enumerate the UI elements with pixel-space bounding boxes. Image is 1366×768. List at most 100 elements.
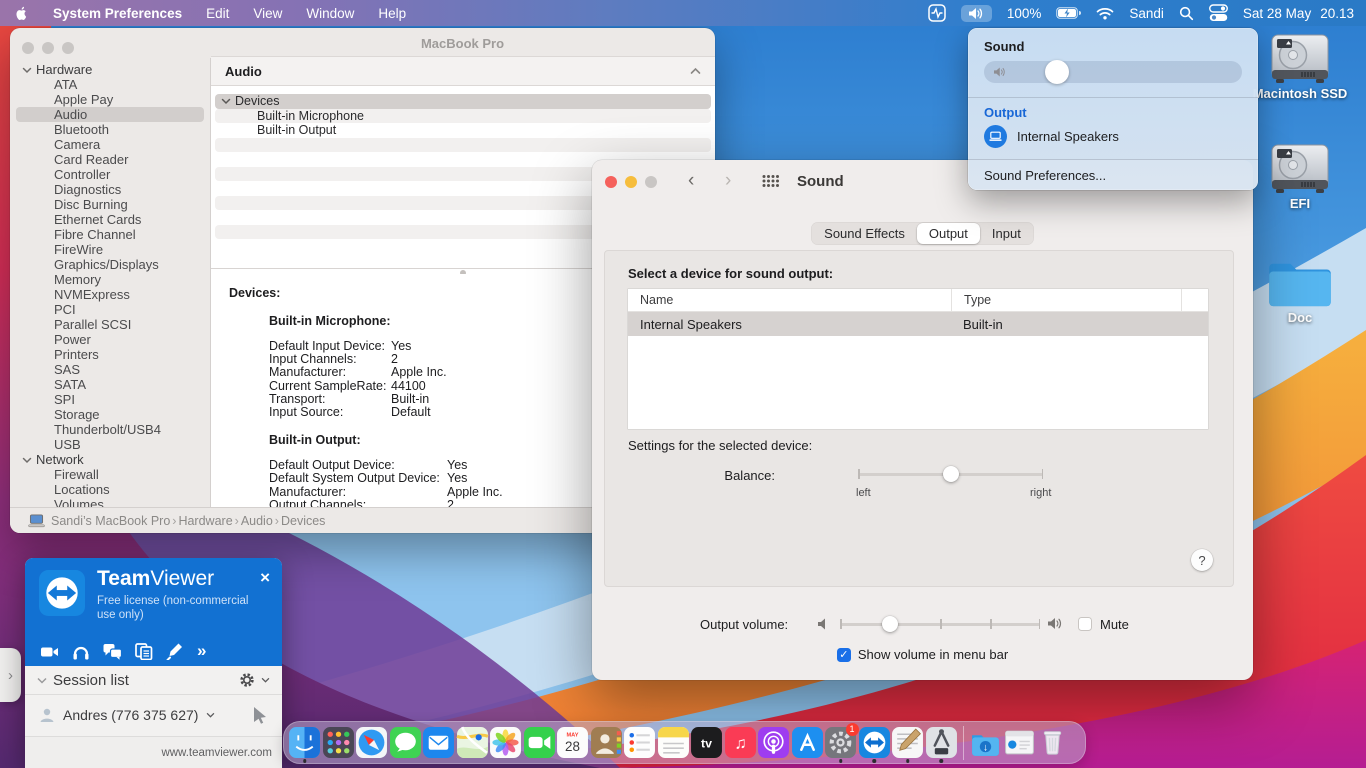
back-button[interactable]: ‹: [688, 170, 694, 192]
sidebar-item-power[interactable]: Power: [16, 332, 204, 347]
sidebar-item-sas[interactable]: SAS: [16, 362, 204, 377]
sidebar-item-ethernet-cards[interactable]: Ethernet Cards: [16, 212, 204, 227]
dock-item-system-preferences[interactable]: 1: [824, 722, 859, 763]
help-button[interactable]: ?: [1191, 549, 1213, 571]
balance-knob[interactable]: [942, 466, 959, 482]
sidebar-item-card-reader[interactable]: Card Reader: [16, 152, 204, 167]
dock-item-textedit[interactable]: [891, 724, 925, 763]
whiteboard-icon[interactable]: [166, 642, 184, 660]
menu-view[interactable]: View: [253, 6, 282, 21]
more-icon[interactable]: »: [197, 641, 206, 661]
sidebar-item-controller[interactable]: Controller: [16, 167, 204, 182]
menu-volume-knob[interactable]: [1044, 60, 1069, 84]
desktop-icon-doc[interactable]: Doc: [1235, 258, 1365, 325]
sidebar-item-ata[interactable]: ATA: [16, 77, 204, 92]
device-group-row[interactable]: Devices: [215, 94, 711, 109]
device-row-built-in-microphone[interactable]: Built-in Microphone: [215, 108, 711, 123]
dock-item-launchpad[interactable]: [322, 724, 356, 762]
partner-row[interactable]: Andres (776 375 627): [25, 698, 282, 732]
menu-date[interactable]: Sat 28 May: [1243, 6, 1311, 21]
wifi-icon[interactable]: [1096, 7, 1114, 20]
sidebar-item-diagnostics[interactable]: Diagnostics: [16, 182, 204, 197]
dock-item-tv[interactable]: tv: [690, 724, 724, 762]
section-header-row[interactable]: Audio: [211, 56, 715, 86]
dock-item-notes[interactable]: [657, 724, 691, 762]
apple-menu-icon[interactable]: [14, 4, 29, 22]
website-link[interactable]: www.teamviewer.com: [161, 747, 272, 759]
dock-item-messages[interactable]: [389, 724, 423, 762]
menu-volume-slider[interactable]: [984, 60, 1242, 84]
sidebar-item-firewire[interactable]: FireWire: [16, 242, 204, 257]
dock-item-reminders[interactable]: [623, 724, 657, 762]
breadcrumb-item-sandi-s-macbook-pro[interactable]: Sandi’s MacBook Pro: [51, 514, 170, 528]
mute-checkbox[interactable]: [1078, 617, 1092, 631]
table-row-internal-speakers[interactable]: Internal Speakers Built-in: [628, 312, 1208, 336]
dock-item-appstore[interactable]: [791, 724, 825, 762]
sidebar-item-printers[interactable]: Printers: [16, 347, 204, 362]
output-volume-slider[interactable]: [840, 616, 1040, 632]
battery-icon[interactable]: [1056, 7, 1082, 19]
menu-window[interactable]: Window: [306, 6, 354, 21]
menu-help[interactable]: Help: [378, 6, 406, 21]
dock-item-maps[interactable]: [456, 724, 490, 762]
sound-preferences-item[interactable]: Sound Preferences...: [984, 168, 1106, 183]
menu-time[interactable]: 20.13: [1320, 6, 1354, 21]
sidebar-item-storage[interactable]: Storage: [16, 407, 204, 422]
sidebar-item-pci[interactable]: PCI: [16, 302, 204, 317]
sidebar-item-thunderbolt-usb4[interactable]: Thunderbolt/USB4: [16, 422, 204, 437]
dock-item-facetime[interactable]: [523, 724, 557, 762]
sidebar-item-usb[interactable]: USB: [16, 437, 204, 452]
sidebar-item-audio[interactable]: Audio: [16, 107, 204, 122]
video-call-icon[interactable]: [40, 643, 59, 660]
dock-item-downloads[interactable]: ↓: [969, 724, 1003, 762]
sidebar-item-memory[interactable]: Memory: [16, 272, 204, 287]
sidebar-item-camera[interactable]: Camera: [16, 137, 204, 152]
breadcrumb-item-devices[interactable]: Devices: [281, 514, 325, 528]
balance-slider[interactable]: [858, 466, 1043, 482]
dock-item-photos[interactable]: [489, 724, 523, 762]
dock-item-contacts[interactable]: [590, 724, 624, 762]
tab-input[interactable]: Input: [980, 223, 1033, 244]
dock-item-system-information[interactable]: [925, 724, 959, 763]
minimize-button[interactable]: [625, 176, 637, 188]
user-name[interactable]: Sandi: [1129, 6, 1164, 21]
close-button[interactable]: [605, 176, 617, 188]
chevron-down-icon[interactable]: [261, 677, 270, 683]
tab-output[interactable]: Output: [916, 223, 980, 244]
dock-item-podcasts[interactable]: [757, 724, 791, 762]
sidebar-item-spi[interactable]: SPI: [16, 392, 204, 407]
sidebar-item-bluetooth[interactable]: Bluetooth: [16, 122, 204, 137]
device-row-built-in-output[interactable]: Built-in Output: [215, 123, 711, 138]
tab-sound-effects[interactable]: Sound Effects: [812, 223, 917, 244]
output-device-item[interactable]: Internal Speakers: [984, 125, 1119, 148]
audio-call-icon[interactable]: [72, 643, 90, 660]
dock-item-trash[interactable]: [1036, 724, 1070, 762]
forward-button[interactable]: ›: [725, 170, 731, 192]
sidebar-item-graphics-displays[interactable]: Graphics/Displays: [16, 257, 204, 272]
sidebar-item-fibre-channel[interactable]: Fibre Channel: [16, 227, 204, 242]
gear-icon[interactable]: [239, 672, 255, 688]
breadcrumb-item-audio[interactable]: Audio: [241, 514, 273, 528]
file-transfer-icon[interactable]: [135, 642, 153, 660]
show-volume-checkbox[interactable]: ✓: [836, 648, 851, 662]
dock-item-mail[interactable]: [422, 724, 456, 762]
show-all-grid-icon[interactable]: [762, 174, 779, 188]
dock-item-finder[interactable]: [288, 724, 322, 763]
close-icon[interactable]: ×: [260, 569, 270, 586]
chat-icon[interactable]: [103, 642, 122, 660]
sidebar-item-locations[interactable]: Locations: [16, 482, 204, 497]
search-icon[interactable]: [1179, 6, 1194, 21]
menu-app-name[interactable]: System Preferences: [53, 6, 182, 21]
sidebar-group-network[interactable]: Network: [10, 452, 210, 467]
sidebar-item-nvmexpress[interactable]: NVMExpress: [16, 287, 204, 302]
zoom-button[interactable]: [62, 42, 74, 54]
minimize-button[interactable]: [42, 42, 54, 54]
sidebar-item-apple-pay[interactable]: Apple Pay: [16, 92, 204, 107]
zoom-button[interactable]: [645, 176, 657, 188]
dock-item-minimized-window[interactable]: [1003, 724, 1037, 762]
volume-menu-icon[interactable]: [960, 4, 992, 22]
sidebar-group-hardware[interactable]: Hardware: [10, 62, 210, 77]
column-header-name[interactable]: Name: [628, 289, 952, 311]
session-list-header[interactable]: Session list: [25, 666, 282, 695]
dock-item-teamviewer[interactable]: [858, 724, 892, 763]
